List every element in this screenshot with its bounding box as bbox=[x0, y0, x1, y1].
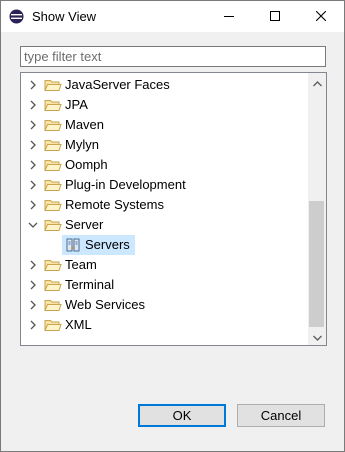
chevron-right-icon[interactable] bbox=[27, 279, 39, 291]
tree-item-label: XML bbox=[65, 317, 92, 332]
folder-icon bbox=[44, 198, 62, 212]
tree-item-team[interactable]: Team bbox=[21, 255, 308, 275]
chevron-right-icon[interactable] bbox=[27, 199, 39, 211]
tree-item-javaserver-faces[interactable]: JavaServer Faces bbox=[21, 75, 308, 95]
tree-item-plug-in-development[interactable]: Plug-in Development bbox=[21, 175, 308, 195]
maximize-button[interactable] bbox=[252, 1, 298, 32]
tree-item-label: Maven bbox=[65, 117, 105, 132]
filter-field[interactable] bbox=[20, 46, 327, 67]
chevron-right-icon[interactable] bbox=[27, 319, 39, 331]
folder-icon bbox=[44, 98, 62, 112]
chevron-right-icon[interactable] bbox=[27, 99, 39, 111]
folder-icon bbox=[44, 118, 62, 132]
tree-item-label: Server bbox=[65, 217, 104, 232]
tree-item-label: Plug-in Development bbox=[65, 177, 186, 192]
chevron-right-icon[interactable] bbox=[27, 139, 39, 151]
scroll-down-button[interactable] bbox=[308, 327, 326, 345]
minimize-icon bbox=[224, 9, 234, 24]
chevron-down-icon[interactable] bbox=[27, 219, 39, 231]
ok-button[interactable]: OK bbox=[138, 404, 226, 427]
tree-item-label: JavaServer Faces bbox=[65, 77, 170, 92]
tree-item-label: Mylyn bbox=[65, 137, 99, 152]
folder-icon bbox=[44, 298, 62, 312]
folder-icon bbox=[44, 218, 62, 232]
tree-item-label: JPA bbox=[65, 97, 88, 112]
filter-input[interactable] bbox=[21, 47, 327, 66]
folder-icon bbox=[44, 258, 62, 272]
minimize-button[interactable] bbox=[206, 1, 252, 32]
close-button[interactable] bbox=[298, 1, 344, 32]
folder-icon bbox=[44, 318, 62, 332]
show-view-dialog: Show View JavaServer Faces JPA Maven Mylyn O… bbox=[0, 0, 345, 452]
cancel-button[interactable]: Cancel bbox=[237, 404, 325, 427]
chevron-right-icon[interactable] bbox=[27, 179, 39, 191]
chevron-right-icon[interactable] bbox=[27, 159, 39, 171]
dialog-title: Show View bbox=[32, 9, 97, 24]
tree-item-web-services[interactable]: Web Services bbox=[21, 295, 308, 315]
tree-item-label: Terminal bbox=[65, 277, 115, 292]
tree-item-mylyn[interactable]: Mylyn bbox=[21, 135, 308, 155]
chevron-right-icon[interactable] bbox=[27, 259, 39, 271]
chevron-down-icon bbox=[312, 329, 322, 344]
folder-icon bbox=[44, 158, 62, 172]
folder-icon bbox=[44, 278, 62, 292]
tree-item-label: Oomph bbox=[65, 157, 108, 172]
tree-item-oomph[interactable]: Oomph bbox=[21, 155, 308, 175]
tree-item-terminal[interactable]: Terminal bbox=[21, 275, 308, 295]
view-tree: JavaServer Faces JPA Maven Mylyn Oomph Plug-i… bbox=[20, 72, 327, 346]
tree-item-xml[interactable]: XML bbox=[21, 315, 308, 335]
title-bar: Show View bbox=[1, 1, 344, 32]
tree-item-remote-systems[interactable]: Remote Systems bbox=[21, 195, 308, 215]
tree-item-label: Servers bbox=[85, 237, 130, 252]
tree-item-servers[interactable]: Servers bbox=[21, 235, 308, 255]
folder-icon bbox=[44, 78, 62, 92]
folder-icon bbox=[44, 178, 62, 192]
tree-item-label: Web Services bbox=[65, 297, 145, 312]
eclipse-icon bbox=[9, 9, 24, 24]
tree-item-jpa[interactable]: JPA bbox=[21, 95, 308, 115]
tree-item-maven[interactable]: Maven bbox=[21, 115, 308, 135]
chevron-right-icon[interactable] bbox=[27, 119, 39, 131]
folder-icon bbox=[44, 138, 62, 152]
maximize-icon bbox=[270, 9, 280, 24]
tree-item-server[interactable]: Server bbox=[21, 215, 308, 235]
chevron-up-icon bbox=[312, 75, 322, 90]
vertical-scrollbar[interactable] bbox=[308, 73, 326, 345]
tree-item-label: Remote Systems bbox=[65, 197, 164, 212]
servers-view-icon bbox=[66, 238, 80, 252]
chevron-right-icon[interactable] bbox=[27, 299, 39, 311]
chevron-right-icon[interactable] bbox=[27, 79, 39, 91]
scrollbar-thumb[interactable] bbox=[309, 201, 324, 327]
scroll-up-button[interactable] bbox=[308, 73, 326, 91]
tree-item-label: Team bbox=[65, 257, 97, 272]
close-icon bbox=[315, 9, 327, 24]
